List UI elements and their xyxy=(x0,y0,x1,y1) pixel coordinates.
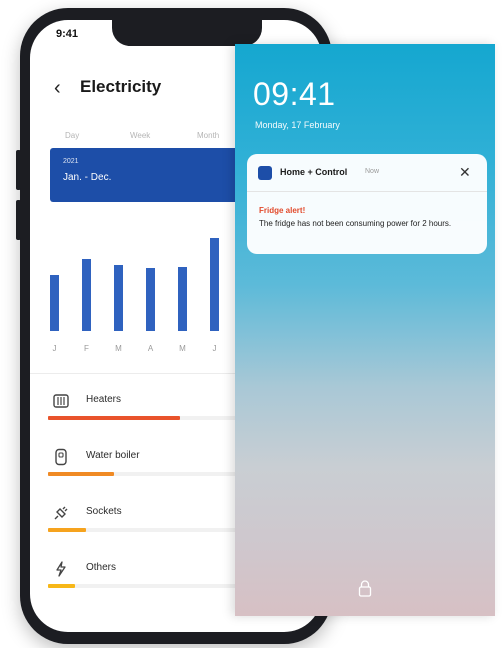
chart-bar xyxy=(82,259,91,331)
chart-tick-label: J xyxy=(213,344,217,353)
page-title: Electricity xyxy=(80,77,162,96)
tab-day[interactable]: Day xyxy=(65,131,79,140)
lock-screen-date: Monday, 17 February xyxy=(255,120,340,130)
chart-bar xyxy=(114,265,123,331)
chart-tick-label: J xyxy=(53,344,57,353)
lock-screen: 09:41 Monday, 17 February Home + Control… xyxy=(235,44,495,616)
category-share-bar xyxy=(48,528,87,532)
water-boiler-icon xyxy=(55,448,67,466)
notification-title: Fridge alert! xyxy=(259,206,306,215)
chart-bar xyxy=(210,238,219,331)
category-label: Water boiler xyxy=(86,450,140,461)
home-control-app-icon xyxy=(258,166,272,180)
phone-volume-button xyxy=(16,150,21,190)
category-label: Heaters xyxy=(86,394,122,405)
tab-week[interactable]: Week xyxy=(130,131,150,140)
chart-tick-label: A xyxy=(148,344,154,353)
chart-bar xyxy=(178,267,187,331)
category-share-bar xyxy=(48,472,114,476)
chart-bar xyxy=(146,268,155,331)
phone-volume-button-2 xyxy=(16,200,21,240)
date-range-label: Jan. - Dec. xyxy=(63,172,112,183)
chart-tick-label: M xyxy=(179,344,186,353)
phone-notch xyxy=(112,20,262,46)
chart-tick-label: M xyxy=(115,344,122,353)
date-year: 2021 xyxy=(63,158,79,165)
notification-card[interactable]: Home + Control Now ✕ Fridge alert! The f… xyxy=(247,154,487,254)
category-share-bar xyxy=(48,584,76,588)
category-share-bar xyxy=(48,416,180,420)
close-icon[interactable]: ✕ xyxy=(459,164,471,181)
status-bar-time: 9:41 xyxy=(56,28,79,40)
notification-time: Now xyxy=(365,168,380,175)
category-label: Others xyxy=(86,562,117,573)
notification-app-name: Home + Control xyxy=(280,167,348,177)
lightning-icon xyxy=(56,561,66,577)
lock-icon[interactable] xyxy=(357,579,373,599)
tab-month[interactable]: Month xyxy=(197,131,219,140)
category-label: Sockets xyxy=(86,506,122,517)
chart-tick-label: F xyxy=(84,344,89,353)
heater-icon xyxy=(53,394,69,408)
notification-header: Home + Control Now ✕ xyxy=(247,154,487,192)
chart-bar xyxy=(50,275,59,331)
chevron-left-icon[interactable]: ‹ xyxy=(54,78,61,98)
socket-plug-icon xyxy=(54,506,68,520)
notification-body: The fridge has not been consuming power … xyxy=(259,219,452,228)
lock-screen-time: 09:41 xyxy=(253,76,336,112)
